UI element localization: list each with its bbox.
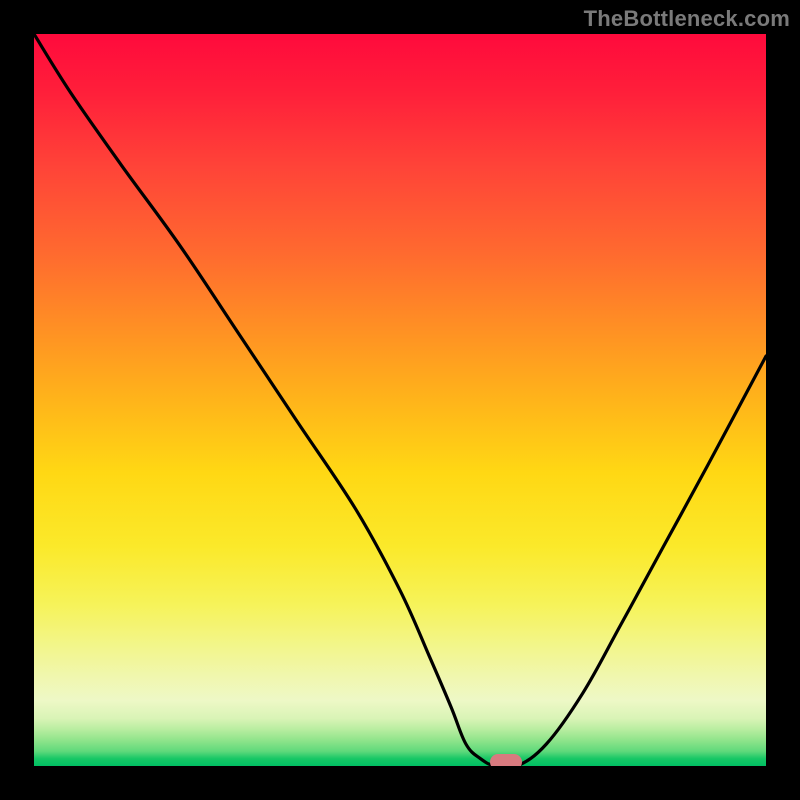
optimal-marker xyxy=(490,754,522,766)
bottleneck-curve xyxy=(34,34,766,766)
chart-frame: TheBottleneck.com xyxy=(0,0,800,800)
plot-area xyxy=(34,34,766,766)
attribution-label: TheBottleneck.com xyxy=(584,6,790,32)
